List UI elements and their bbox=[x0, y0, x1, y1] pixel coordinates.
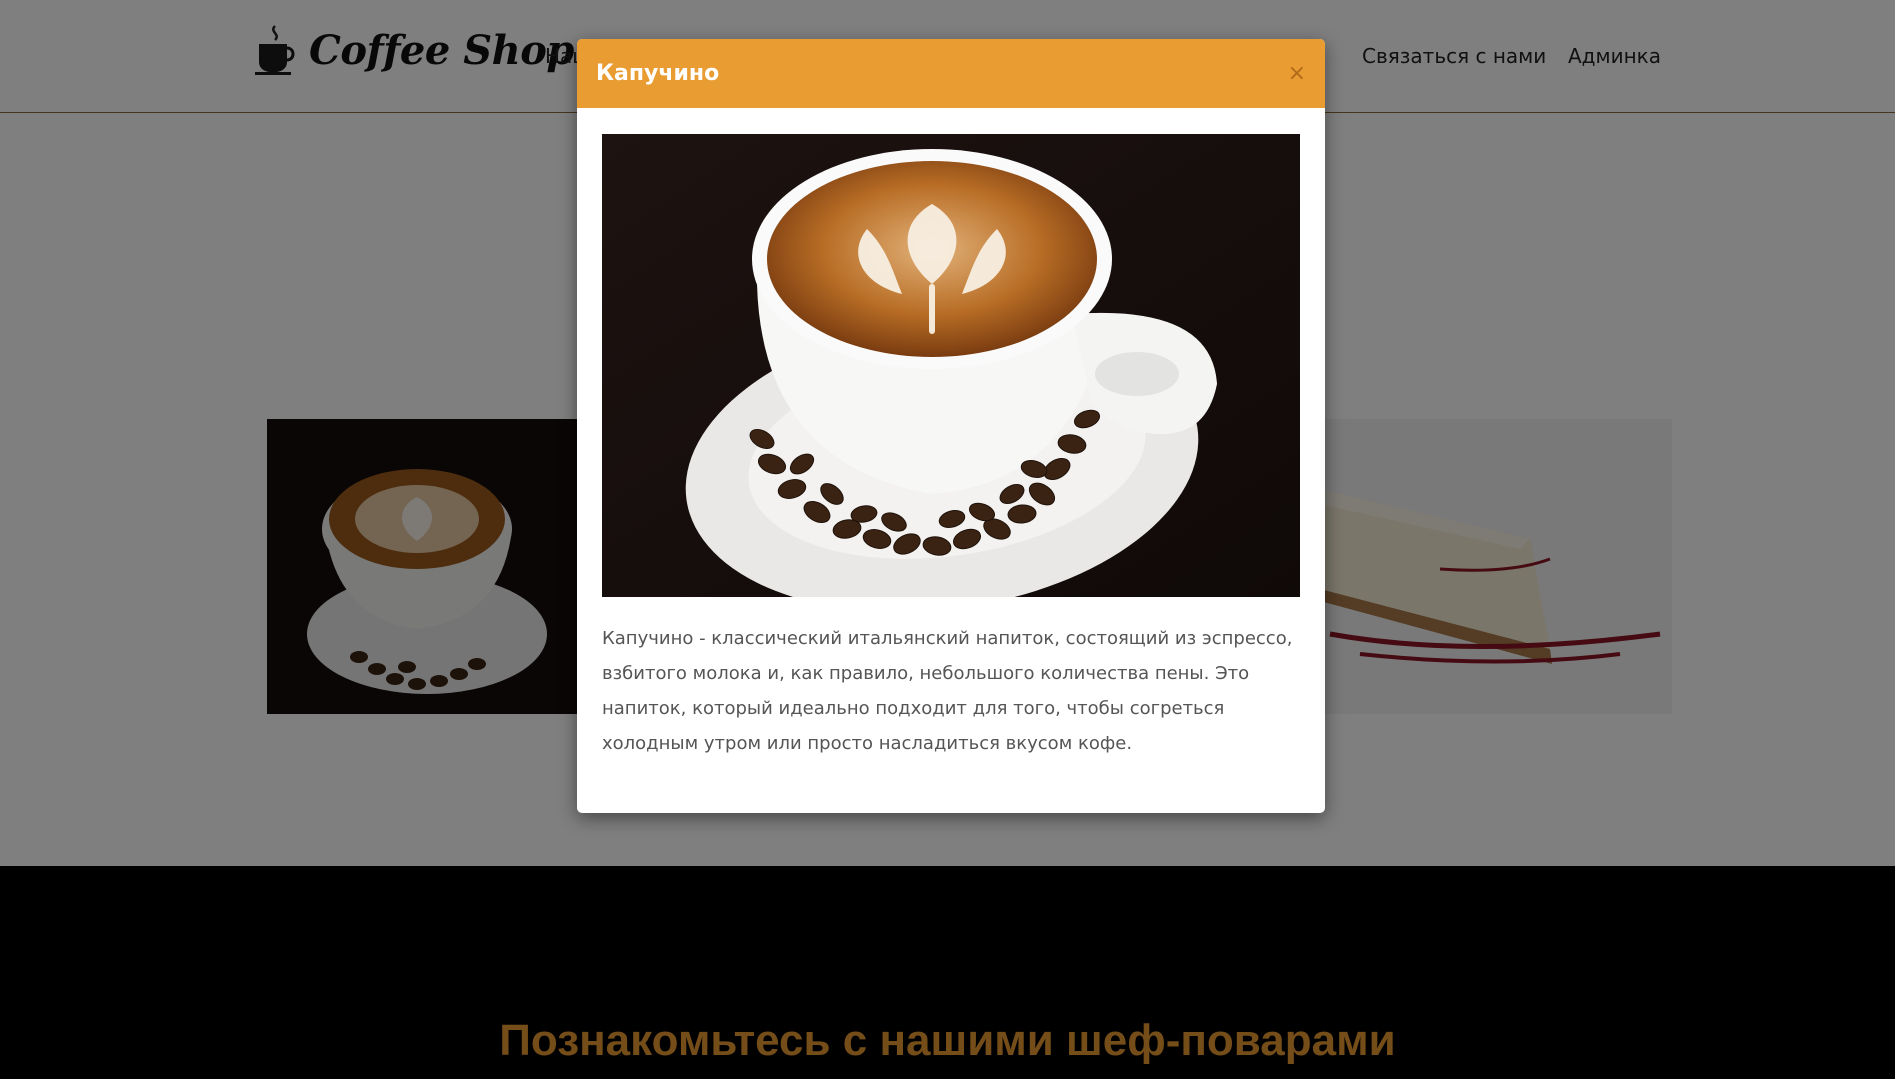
product-modal: Капучино × Капучино - классический италь… bbox=[577, 39, 1325, 813]
modal-description: Капучино - классический итальянский напи… bbox=[602, 628, 1293, 754]
modal-header: Капучино × bbox=[577, 39, 1325, 108]
close-icon[interactable]: × bbox=[1288, 62, 1306, 85]
modal-title: Капучино bbox=[596, 61, 720, 86]
modal-product-image bbox=[602, 134, 1300, 597]
cappuccino-photo bbox=[602, 134, 1300, 597]
